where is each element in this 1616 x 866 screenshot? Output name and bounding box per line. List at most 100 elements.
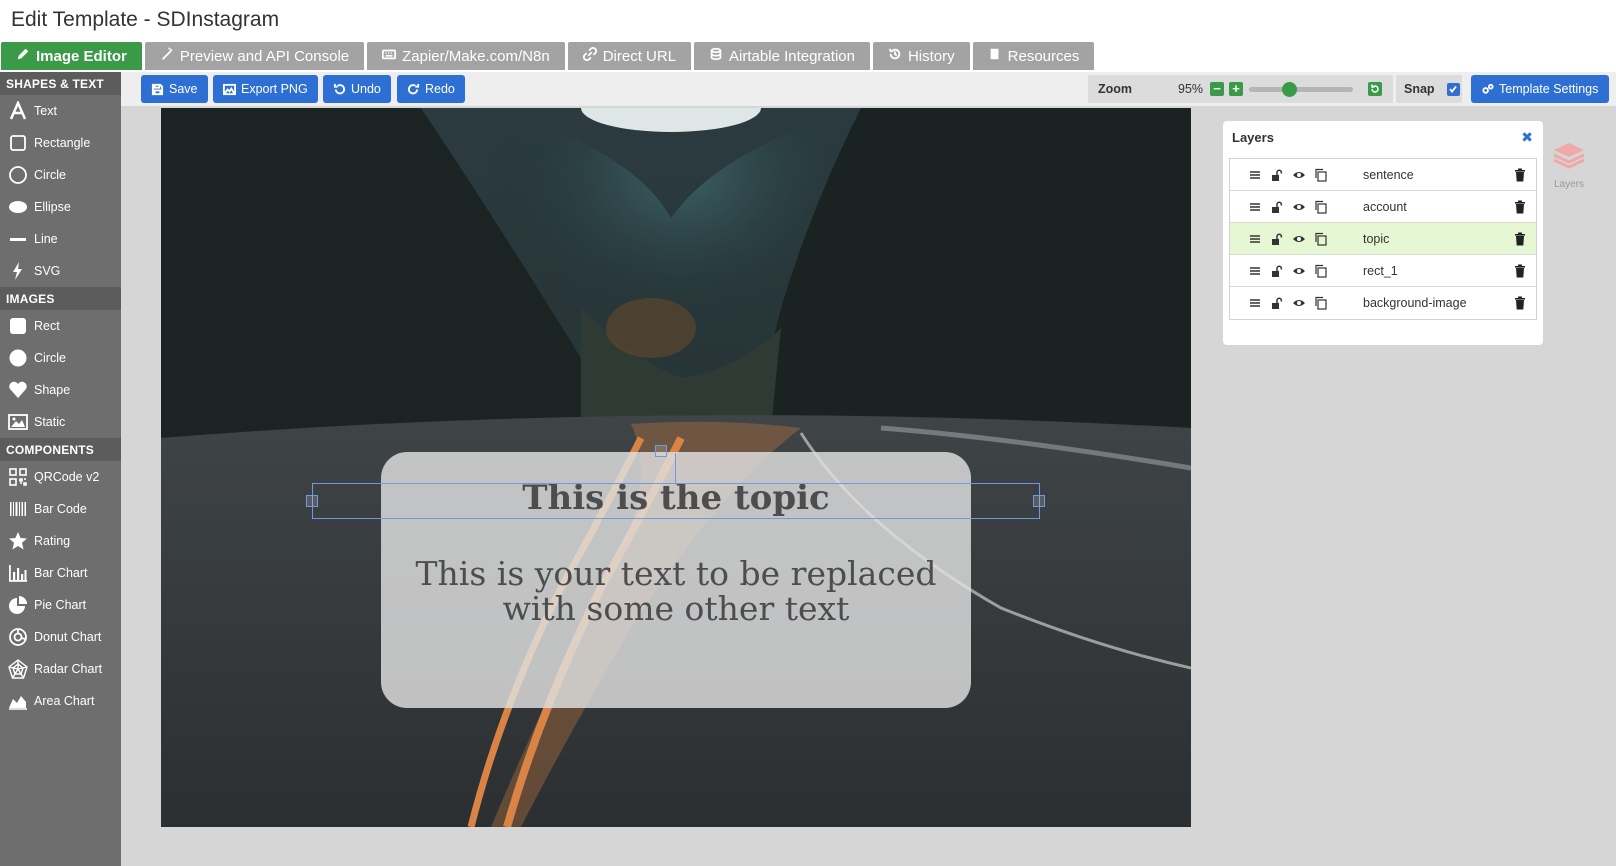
pie-chart-icon xyxy=(8,595,28,615)
tool-circle[interactable]: Circle xyxy=(0,159,121,191)
layer-name: rect_1 xyxy=(1363,264,1398,278)
bar-chart-icon xyxy=(8,563,28,583)
tool-barcode[interactable]: Bar Code xyxy=(0,493,121,525)
layer-row[interactable]: background-image xyxy=(1230,287,1536,319)
eye-icon[interactable] xyxy=(1292,296,1306,310)
zoom-reset-button[interactable] xyxy=(1368,82,1382,96)
tool-shape-image[interactable]: Shape xyxy=(0,374,121,406)
trash-icon[interactable] xyxy=(1514,232,1526,246)
page-title: Edit Template - SDInstagram xyxy=(11,8,280,31)
tool-donut-chart[interactable]: Donut Chart xyxy=(0,621,121,653)
tool-pie-chart[interactable]: Pie Chart xyxy=(0,589,121,621)
duplicate-icon[interactable] xyxy=(1314,200,1328,214)
layer-row[interactable]: sentence xyxy=(1230,159,1536,191)
snap-checkbox[interactable] xyxy=(1446,82,1460,96)
tool-rectangle[interactable]: Rectangle xyxy=(0,127,121,159)
tab-image-editor[interactable]: Image Editor xyxy=(1,42,142,70)
area-chart-icon xyxy=(8,691,28,711)
unlock-icon[interactable] xyxy=(1270,232,1284,246)
template-settings-button[interactable]: Template Settings xyxy=(1471,75,1609,103)
trash-icon[interactable] xyxy=(1514,200,1526,214)
design-canvas[interactable]: This is the topic This is your text to b… xyxy=(161,108,1191,827)
line-icon xyxy=(8,229,28,249)
pencil-icon xyxy=(16,47,30,65)
tool-line[interactable]: Line xyxy=(0,223,121,255)
undo-button[interactable]: Undo xyxy=(323,75,391,103)
drag-handle-icon[interactable] xyxy=(1248,168,1262,182)
tab-label: Preview and API Console xyxy=(179,47,350,65)
tab-zapier[interactable]: Zapier/Make.com/N8n xyxy=(367,42,565,70)
tab-resources[interactable]: Resources xyxy=(972,42,1095,70)
magic-wand-icon xyxy=(160,47,174,65)
barcode-icon xyxy=(8,499,28,519)
tool-rating[interactable]: Rating xyxy=(0,525,121,557)
export-png-button[interactable]: Export PNG xyxy=(213,75,318,103)
tool-ellipse[interactable]: Ellipse xyxy=(0,191,121,223)
zoom-slider-thumb[interactable] xyxy=(1281,82,1297,97)
tab-label: Zapier/Make.com/N8n xyxy=(402,47,550,65)
layer-name: account xyxy=(1363,200,1407,214)
tool-label: Rectangle xyxy=(34,136,91,150)
unlock-icon[interactable] xyxy=(1270,168,1284,182)
tool-circle-image[interactable]: Circle xyxy=(0,342,121,374)
book-icon xyxy=(988,47,1002,65)
eye-icon[interactable] xyxy=(1292,168,1306,182)
trash-icon[interactable] xyxy=(1514,168,1526,182)
duplicate-icon[interactable] xyxy=(1314,168,1328,182)
tab-history[interactable]: History xyxy=(872,42,970,70)
trash-icon[interactable] xyxy=(1514,296,1526,310)
duplicate-icon[interactable] xyxy=(1314,264,1328,278)
drag-handle-icon[interactable] xyxy=(1248,296,1262,310)
drag-handle-icon[interactable] xyxy=(1248,232,1262,246)
close-icon[interactable]: ✖ xyxy=(1521,129,1533,146)
zoom-in-button[interactable]: + xyxy=(1229,82,1243,96)
tool-label: Rect xyxy=(34,319,60,333)
duplicate-icon[interactable] xyxy=(1314,296,1328,310)
layer-row[interactable]: topic xyxy=(1230,223,1536,255)
drag-handle-icon[interactable] xyxy=(1248,264,1262,278)
duplicate-icon[interactable] xyxy=(1314,232,1328,246)
tool-svg[interactable]: SVG xyxy=(0,255,121,287)
tool-text[interactable]: Text xyxy=(0,95,121,127)
sidebar: SHAPES & TEXT Text Rectangle Circle Elli… xyxy=(0,72,121,866)
layer-row[interactable]: rect_1 xyxy=(1230,255,1536,287)
rotate-handle[interactable] xyxy=(655,445,667,457)
tool-bar-chart[interactable]: Bar Chart xyxy=(0,557,121,589)
tool-static-image[interactable]: Static xyxy=(0,406,121,438)
tool-label: SVG xyxy=(34,264,61,278)
eye-icon[interactable] xyxy=(1292,264,1306,278)
trash-icon[interactable] xyxy=(1514,264,1526,278)
tool-qrcode[interactable]: QRCode v2 xyxy=(0,461,121,493)
eye-icon[interactable] xyxy=(1292,232,1306,246)
tool-label: Area Chart xyxy=(34,694,95,708)
unlock-icon[interactable] xyxy=(1270,296,1284,310)
layers-title: Layers xyxy=(1232,130,1274,145)
sentence-text[interactable]: This is your text to be replaced with so… xyxy=(381,556,971,626)
tab-preview-api[interactable]: Preview and API Console xyxy=(144,42,365,70)
resize-handle-right[interactable] xyxy=(1033,495,1045,507)
tool-area-chart[interactable]: Area Chart xyxy=(0,685,121,717)
unlock-icon[interactable] xyxy=(1270,200,1284,214)
star-icon xyxy=(8,531,28,551)
history-icon xyxy=(888,47,902,65)
layers-toggle[interactable]: Layers xyxy=(1548,138,1590,190)
layers-toggle-label: Layers xyxy=(1553,179,1584,190)
layer-row[interactable]: account xyxy=(1230,191,1536,223)
resize-handle-left[interactable] xyxy=(306,495,318,507)
zoom-out-button[interactable]: − xyxy=(1210,82,1224,96)
eye-icon[interactable] xyxy=(1292,200,1306,214)
tab-direct-url[interactable]: Direct URL xyxy=(567,42,692,70)
save-button[interactable]: Save xyxy=(141,75,208,103)
tool-rect-image[interactable]: Rect xyxy=(0,310,121,342)
undo-icon xyxy=(333,83,346,94)
tool-label: QRCode v2 xyxy=(34,470,100,484)
tab-airtable[interactable]: Airtable Integration xyxy=(694,42,870,70)
unlock-icon[interactable] xyxy=(1270,264,1284,278)
tool-label: Ellipse xyxy=(34,200,71,214)
tool-label: Bar Chart xyxy=(34,566,88,580)
drag-handle-icon[interactable] xyxy=(1248,200,1262,214)
redo-button[interactable]: Redo xyxy=(397,75,465,103)
undo-label: Undo xyxy=(351,82,381,96)
tool-radar-chart[interactable]: Radar Chart xyxy=(0,653,121,685)
zoom-slider[interactable] xyxy=(1249,87,1353,92)
